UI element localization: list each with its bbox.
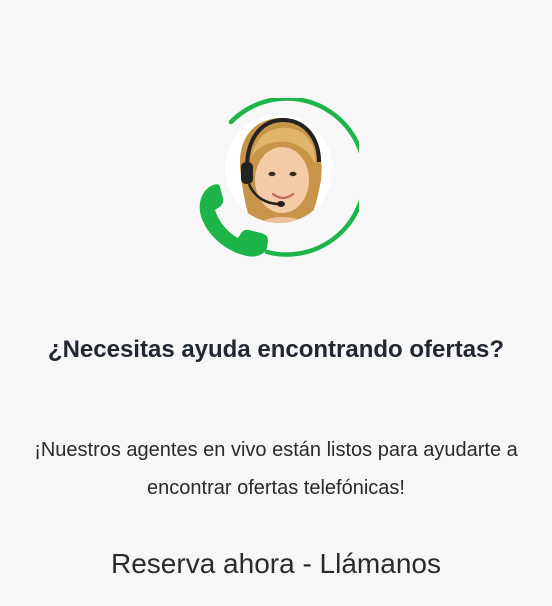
subtext: ¡Nuestros agentes en vivo están listos p…	[34, 439, 518, 499]
call-now-link[interactable]: Reserva ahora - Llámanos	[20, 542, 532, 586]
page-heading: ¿Necesitas ayuda encontrando ofertas?	[47, 336, 505, 363]
agent-avatar	[225, 115, 333, 223]
agent-illustration	[199, 98, 359, 257]
help-card: ¿Necesitas ayuda encontrando ofertas? ¡N…	[0, 0, 552, 606]
